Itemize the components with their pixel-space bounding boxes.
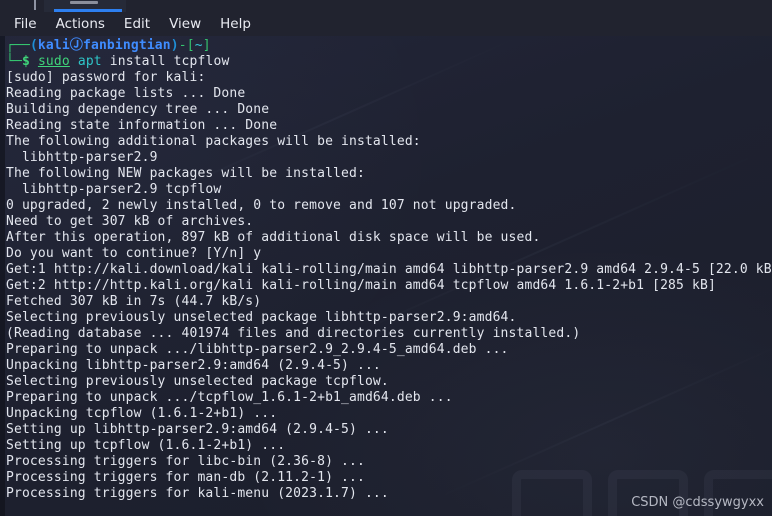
terminal-left-edge xyxy=(0,36,5,516)
terminal-window: File Actions Edit View Help ┌──(kaliⒿfan… xyxy=(0,0,772,516)
space-1 xyxy=(30,54,38,69)
terminal-line: Reading state information ... Done xyxy=(6,118,278,133)
terminal-line: Processing triggers for man-db (2.11.2-1… xyxy=(6,470,365,485)
tab-active-underline xyxy=(54,9,122,12)
terminal-line: Reading package lists ... Done xyxy=(6,86,246,101)
terminal-screen[interactable]: ┌──(kaliⒿfanbingtian)-[~] └─$ sudo apt i… xyxy=(0,36,772,516)
terminal-line: Setting up tcpflow (1.6.1-2+b1) ... xyxy=(6,438,286,453)
prompt-branch-bottom: └─ xyxy=(6,54,22,69)
terminal-line: Preparing to unpack .../libhttp-parser2.… xyxy=(6,342,509,357)
space-2 xyxy=(70,54,78,69)
terminal-line: Selecting previously unselected package … xyxy=(6,374,389,389)
terminal-line: Need to get 307 kB of archives. xyxy=(6,214,254,229)
prompt-host: fanbingtian xyxy=(83,38,171,53)
terminal-line: Get:1 http://kali.download/kali kali-rol… xyxy=(6,262,772,277)
terminal-line: libhttp-parser2.9 xyxy=(6,150,158,165)
terminal-line: The following additional packages will b… xyxy=(6,134,421,149)
tab-strip xyxy=(0,0,772,12)
prompt-cwd: ~ xyxy=(194,38,203,53)
menu-help[interactable]: Help xyxy=(220,16,251,32)
menu-edit[interactable]: Edit xyxy=(124,16,150,32)
prompt-line-top: ┌──(kaliⒿfanbingtian)-[~] xyxy=(6,38,772,54)
terminal-output: ┌──(kaliⒿfanbingtian)-[~] └─$ sudo apt i… xyxy=(6,38,772,502)
prompt-close-paren: ) xyxy=(170,38,179,53)
terminal-line: Do you want to continue? [Y/n] y xyxy=(6,246,262,261)
menu-bar: File Actions Edit View Help xyxy=(0,12,772,36)
terminal-line: Preparing to unpack .../tcpflow_1.6.1-2+… xyxy=(6,390,453,405)
space-3 xyxy=(102,54,110,69)
prompt-dollar-sign: $ xyxy=(21,54,30,69)
terminal-line: Unpacking tcpflow (1.6.1-2+b1) ... xyxy=(6,406,278,421)
tab-title-glyph-icon xyxy=(70,1,98,4)
command-sudo: sudo xyxy=(37,54,70,69)
prompt-branch-top: ┌── xyxy=(6,38,30,53)
terminal-output-lines: [sudo] password for kali: Reading package… xyxy=(6,70,772,502)
tab-caret-icon xyxy=(34,0,36,10)
menu-actions[interactable]: Actions xyxy=(56,16,105,32)
prompt-bracket-close: ] xyxy=(202,38,211,53)
terminal-line: Processing triggers for libc-bin (2.36-8… xyxy=(6,454,365,469)
prompt-user: kali xyxy=(37,38,70,53)
terminal-line: 0 upgraded, 2 newly installed, 0 to remo… xyxy=(6,198,517,213)
terminal-line: Unpacking libhttp-parser2.9:amd64 (2.9.4… xyxy=(6,358,381,373)
prompt-dash-bracket: -[ xyxy=(178,38,195,53)
terminal-line: After this operation, 897 kB of addition… xyxy=(6,230,541,245)
prompt-open-paren: ( xyxy=(29,38,38,53)
kali-dragon-icon: Ⓙ xyxy=(69,38,83,53)
menu-view[interactable]: View xyxy=(169,16,201,32)
terminal-line: Selecting previously unselected package … xyxy=(6,310,517,325)
tab-terminal-active[interactable] xyxy=(44,0,126,12)
terminal-line: [sudo] password for kali: xyxy=(6,70,206,85)
terminal-line: Building dependency tree ... Done xyxy=(6,102,270,117)
csdn-watermark: CSDN @cdssywgyxx xyxy=(631,495,764,510)
terminal-line: Get:2 http://http.kali.org/kali kali-rol… xyxy=(6,278,716,293)
terminal-line: Setting up libhttp-parser2.9:amd64 (2.9.… xyxy=(6,422,389,437)
terminal-line: Fetched 307 kB in 7s (44.7 kB/s) xyxy=(6,294,262,309)
terminal-line: libhttp-parser2.9 tcpflow xyxy=(6,182,222,197)
prompt-line-command: └─$ sudo apt install tcpflow xyxy=(6,54,772,70)
command-args: install tcpflow xyxy=(109,54,230,69)
menu-file[interactable]: File xyxy=(14,16,37,32)
terminal-line: The following NEW packages will be insta… xyxy=(6,166,365,181)
terminal-line: (Reading database ... 401974 files and d… xyxy=(6,326,581,341)
command-apt: apt xyxy=(77,54,102,69)
